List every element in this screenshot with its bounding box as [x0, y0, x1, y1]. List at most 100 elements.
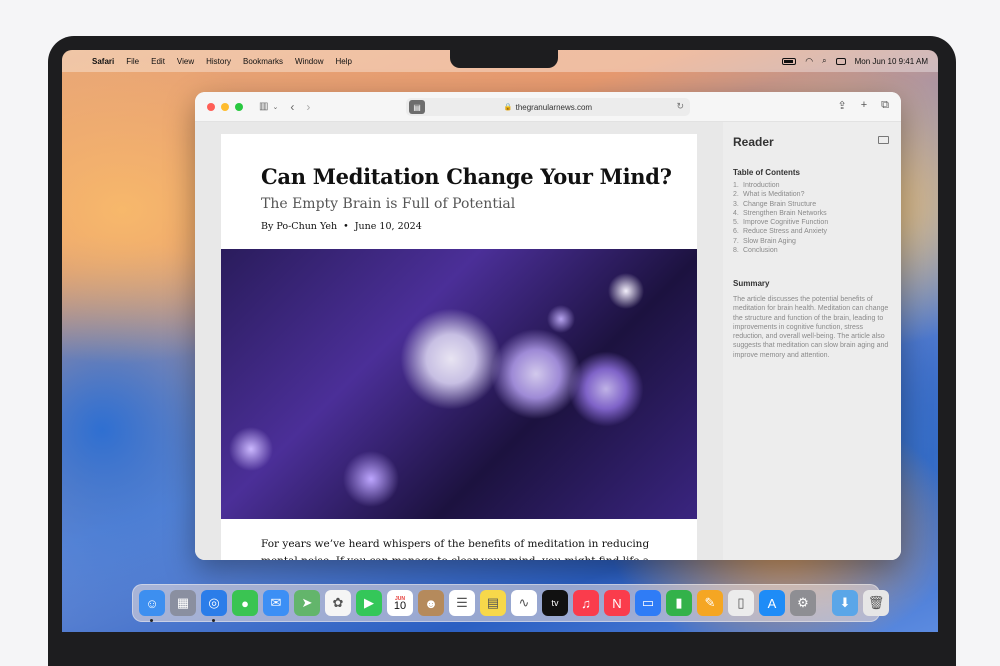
menu-clock[interactable]: Mon Jun 10 9:41 AM: [855, 57, 928, 66]
menu-edit[interactable]: Edit: [145, 57, 171, 66]
share-icon[interactable]: ⇪: [837, 99, 846, 112]
tv-label: tv: [551, 598, 559, 608]
app-store-glyph: A: [767, 595, 777, 611]
mail-glyph: ✉: [270, 595, 282, 610]
messages-icon[interactable]: ●: [232, 590, 258, 616]
messages-glyph: ●: [241, 595, 249, 611]
toc-item[interactable]: 1. Introduction: [733, 181, 828, 190]
finder-glyph: ☺: [145, 595, 159, 611]
facetime-glyph: ▶: [364, 595, 374, 610]
toc-item[interactable]: 2. What is Meditation?: [733, 190, 828, 199]
article: Can Meditation Change Your Mind? The Emp…: [221, 134, 697, 560]
freeform-icon[interactable]: ∿: [511, 590, 537, 616]
iphone-mirroring-glyph: ▯: [737, 595, 745, 610]
downloads-folder-glyph: ⬇: [839, 595, 851, 610]
tv-icon[interactable]: tv: [542, 590, 568, 616]
photos-glyph: ✿: [332, 595, 344, 610]
safari-toolbar: ▥ ⌄ ‹ › ▤ 🔒 thegranularnews.com ↻ ⇪ + ⧉: [195, 92, 901, 122]
toc-heading: Table of Contents: [733, 168, 800, 177]
reminders-glyph: ☰: [456, 595, 468, 610]
tab-overview-icon[interactable]: ⧉: [881, 99, 889, 112]
contacts-glyph: ☻: [424, 595, 438, 611]
spotlight-search-icon[interactable]: ⌕: [822, 56, 826, 66]
news-glyph: N: [612, 595, 622, 611]
trash-glyph: 🗑: [867, 595, 885, 610]
finder-icon[interactable]: ☺: [139, 590, 165, 622]
toc-item[interactable]: 7. Slow Brain Aging: [733, 237, 828, 246]
reader-sidebar: Reader Table of Contents 1. Introduction …: [723, 122, 901, 560]
summary-heading: Summary: [733, 279, 770, 288]
menu-help[interactable]: Help: [329, 57, 357, 66]
system-settings-icon[interactable]: ⚙: [790, 590, 816, 616]
app-store-icon[interactable]: A: [759, 590, 785, 616]
safari-icon[interactable]: ◎: [201, 590, 227, 622]
reader-toggle-button[interactable]: ▤: [409, 100, 425, 114]
close-window-button[interactable]: [207, 102, 215, 111]
url-text: thegranularnews.com: [515, 102, 593, 112]
chevron-down-icon[interactable]: ⌄: [272, 103, 278, 111]
mail-icon[interactable]: ✉: [263, 590, 289, 616]
calendar-icon[interactable]: JUN 10: [387, 590, 413, 616]
page-content: Can Meditation Change Your Mind? The Emp…: [195, 122, 901, 560]
calendar-day: 10: [393, 600, 407, 612]
toc-item[interactable]: 8. Conclusion: [733, 246, 828, 255]
zoom-window-button[interactable]: [235, 102, 243, 111]
reload-icon[interactable]: ↻: [676, 101, 684, 112]
maps-icon[interactable]: ➤: [294, 590, 320, 616]
facetime-icon[interactable]: ▶: [356, 590, 382, 616]
sidebar-collapse-icon[interactable]: [878, 136, 889, 144]
reminders-icon[interactable]: ☰: [449, 590, 475, 616]
summary-text: The article discusses the potential bene…: [733, 296, 889, 359]
control-center-icon[interactable]: [835, 57, 846, 65]
system-settings-glyph: ⚙: [797, 595, 809, 610]
article-body: For years we’ve heard whispers of the be…: [261, 538, 650, 560]
iphone-mirroring-icon[interactable]: ▯: [728, 590, 754, 616]
photos-icon[interactable]: ✿: [325, 590, 351, 616]
notes-icon[interactable]: ▤: [480, 590, 506, 616]
menu-history[interactable]: History: [200, 57, 237, 66]
menu-view[interactable]: View: [171, 57, 200, 66]
address-bar[interactable]: ▤ 🔒 thegranularnews.com ↻: [406, 98, 690, 116]
wifi-icon[interactable]: ◠: [805, 56, 813, 67]
laptop-base: [48, 632, 956, 666]
maps-glyph: ➤: [301, 595, 313, 610]
numbers-icon[interactable]: ▮: [666, 590, 692, 616]
article-author: By Po-Chun Yeh: [261, 221, 338, 232]
menu-bookmarks[interactable]: Bookmarks: [237, 57, 289, 66]
battery-icon[interactable]: [782, 57, 797, 65]
launchpad-glyph: ▦: [176, 595, 190, 610]
new-tab-icon[interactable]: +: [861, 99, 867, 112]
lock-icon: 🔒: [503, 104, 513, 111]
music-icon[interactable]: ♫: [573, 590, 599, 616]
hero-image: [221, 249, 697, 519]
toc-item[interactable]: 5. Improve Cognitive Function: [733, 218, 828, 227]
pages-icon[interactable]: ✎: [697, 590, 723, 616]
article-date: June 10, 2024: [354, 221, 422, 232]
camera-notch: [450, 50, 558, 68]
notes-glyph: ▤: [486, 595, 500, 610]
launchpad-icon[interactable]: ▦: [170, 590, 196, 616]
toc-item[interactable]: 4. Strengthen Brain Networks: [733, 209, 828, 218]
forward-button[interactable]: ›: [306, 100, 310, 114]
keynote-icon[interactable]: ▭: [635, 590, 661, 616]
minimize-window-button[interactable]: [221, 102, 229, 111]
table-of-contents: 1. Introduction 2. What is Meditation? 3. C…: [733, 181, 828, 255]
sidebar-toggle-icon[interactable]: ▥: [259, 101, 268, 112]
keynote-glyph: ▭: [641, 595, 655, 610]
menu-file[interactable]: File: [120, 57, 145, 66]
numbers-glyph: ▮: [675, 595, 683, 610]
article-title: Can Meditation Change Your Mind?: [261, 164, 672, 189]
article-byline: By Po-Chun Yeh • June 10, 2024: [261, 221, 422, 232]
contacts-icon[interactable]: ☻: [418, 590, 444, 616]
back-button[interactable]: ‹: [290, 100, 294, 114]
pages-glyph: ✎: [704, 595, 716, 610]
dock: ☺ ▦ ◎ ● ✉ ➤ ✿ ▶ JUN 10 ☻ ☰ ▤ ∿ tv ♫ N ▭ ▮ ✎ ▯ A ⚙ ⬇ 🗑: [132, 584, 889, 622]
toc-item[interactable]: 3. Change Brain Structure: [733, 200, 828, 209]
news-icon[interactable]: N: [604, 590, 630, 616]
menu-window[interactable]: Window: [289, 57, 329, 66]
trash-icon[interactable]: 🗑: [863, 590, 889, 616]
toc-item[interactable]: 6. Reduce Stress and Anxiety: [733, 227, 828, 236]
downloads-folder-icon[interactable]: ⬇: [832, 590, 858, 616]
safari-glyph: ◎: [208, 595, 220, 610]
menu-safari[interactable]: Safari: [86, 57, 120, 66]
